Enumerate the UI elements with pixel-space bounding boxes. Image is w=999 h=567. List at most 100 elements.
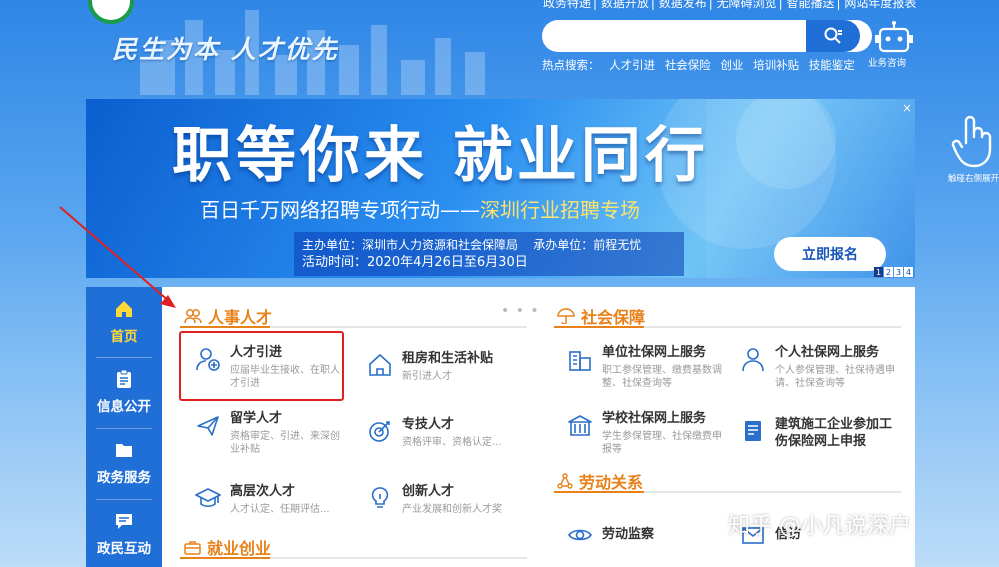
- service-high-level-talent[interactable]: 高层次人才人才认定、任期评估...: [195, 483, 355, 516]
- plane-icon: [197, 416, 219, 436]
- pager-dot[interactable]: 3: [894, 267, 903, 277]
- nav-item-label: 政务服务: [97, 470, 151, 486]
- hot-search-item[interactable]: 技能鉴定: [809, 58, 855, 72]
- pager-dot[interactable]: 4: [904, 267, 913, 277]
- top-link[interactable]: 智能播送: [787, 0, 835, 10]
- service-title: 留学人才: [230, 411, 283, 426]
- service-title: 专技人才: [402, 417, 455, 432]
- watermark: 知乎 @小凡说深户: [728, 514, 911, 539]
- top-link[interactable]: 数据发布: [659, 0, 707, 10]
- section-divider: [180, 326, 527, 328]
- section-title-social-security[interactable]: 社会保障: [557, 304, 645, 328]
- service-employer-social-security[interactable]: 单位社保网上服务职工参保管理、缴费基数调整、社保查询等: [567, 344, 722, 390]
- person-icon: [742, 348, 764, 372]
- service-title: 劳动监察: [602, 526, 655, 542]
- lightbulb-icon: [371, 487, 389, 508]
- site-slogan: 民生为本 人才优先: [112, 35, 339, 64]
- nav-item-services[interactable]: 政务服务: [86, 428, 162, 498]
- section-divider: [554, 326, 901, 328]
- more-dots-icon[interactable]: • • •: [501, 303, 540, 319]
- section-divider: [180, 557, 527, 559]
- nav-item-label: 首页: [110, 329, 138, 345]
- hot-search: 热点搜索： 人才引进 社会保险 创业 培训补贴 技能鉴定: [542, 57, 861, 73]
- service-title: 学校社保网上服务: [602, 411, 707, 426]
- people-icon: [184, 309, 202, 324]
- network-icon: [557, 473, 573, 489]
- service-housing-subsidy[interactable]: 租房和生活补贴新引进人才: [367, 350, 532, 383]
- section-title-label: 劳动关系: [579, 473, 644, 492]
- service-title: 单位社保网上服务: [602, 345, 707, 360]
- service-desc: 职工参保管理、缴费基数调整、社保查询等: [602, 365, 722, 389]
- search-icon: [824, 27, 842, 44]
- nav-item-label: 政民互动: [97, 541, 151, 557]
- briefcase-icon: [184, 540, 201, 555]
- robot-icon[interactable]: [874, 20, 914, 54]
- section-title-labor[interactable]: 劳动关系: [557, 469, 643, 493]
- service-title: 创新人才: [402, 484, 455, 499]
- umbrella-icon: [557, 308, 575, 324]
- close-icon[interactable]: ×: [902, 101, 912, 115]
- service-innovation-talent[interactable]: 创新人才产业发展和创新人才奖: [367, 483, 537, 516]
- service-desc: 个人参保管理、社保待遇申请、社保查询等: [775, 365, 895, 389]
- hot-search-item[interactable]: 培训补贴: [753, 58, 799, 72]
- folder-icon: [116, 444, 132, 457]
- banner-subtitle-left: 百日千万网络招聘专项行动——: [200, 198, 480, 222]
- service-desc: 新引进人才: [402, 371, 452, 382]
- pager-dot[interactable]: 2: [884, 267, 893, 277]
- robot-label[interactable]: 业务咨询: [868, 55, 906, 69]
- service-title: 高层次人才: [230, 484, 296, 499]
- search-button[interactable]: [806, 20, 860, 52]
- hot-search-item[interactable]: 创业: [720, 58, 743, 72]
- service-desc: 资格审定、引进、来深创业补贴: [230, 431, 340, 455]
- service-title: 个人社保网上服务: [775, 345, 880, 360]
- hot-search-item[interactable]: 人才引进: [609, 58, 655, 72]
- pager-dot[interactable]: 1: [874, 267, 883, 277]
- service-desc: 资格评审、资格认定...: [402, 437, 502, 448]
- document-icon: [745, 421, 761, 441]
- nav-item-home[interactable]: 首页: [86, 287, 162, 357]
- graduation-cap-icon: [195, 488, 221, 508]
- service-desc: 产业发展和创新人才奖: [402, 504, 502, 515]
- top-link[interactable]: 政务特递: [543, 0, 591, 10]
- service-professional-talent[interactable]: 专技人才资格评审、资格认定...: [367, 416, 537, 449]
- chat-icon: [116, 514, 132, 529]
- service-construction-injury-insurance[interactable]: 建筑施工企业参加工伤保险网上申报: [740, 416, 897, 450]
- house-icon: [369, 353, 391, 376]
- service-desc: 人才认定、任期评估...: [230, 504, 330, 515]
- section-divider: [554, 491, 901, 493]
- banner-headline: 职等你来 就业同行: [172, 121, 709, 191]
- hand-pointer-icon[interactable]: [950, 113, 998, 169]
- service-overseas-talent[interactable]: 留学人才资格审定、引进、来深创业补贴: [195, 410, 345, 456]
- banner-info-box: 主办单位：深圳市人力资源和社会保障局 承办单位：前程无忧 活动时间：2020年4…: [294, 232, 684, 276]
- service-desc: 学生参保管理、社保缴费申报等: [602, 431, 722, 455]
- eye-icon: [568, 529, 592, 541]
- highlight-box: [179, 331, 344, 401]
- top-links: 政务特递 | 数据开放 | 数据发布 | 无障碍浏览 | 智能播送 | 网站年度报表: [543, 0, 918, 11]
- hot-search-item[interactable]: 社会保险: [665, 58, 711, 72]
- section-title-talent[interactable]: 人事人才: [184, 304, 272, 328]
- service-individual-social-security[interactable]: 个人社保网上服务个人参保管理、社保待遇申请、社保查询等: [740, 344, 895, 390]
- service-school-social-security[interactable]: 学校社保网上服务学生参保管理、社保缴费申报等: [567, 410, 722, 456]
- site-logo[interactable]: [88, 0, 134, 24]
- target-icon: [369, 421, 390, 442]
- home-icon: [116, 301, 132, 317]
- top-link[interactable]: 网站年度报表: [844, 0, 916, 10]
- top-link[interactable]: 无障碍浏览: [717, 0, 777, 10]
- banner-time: 活动时间：2020年4月26日至6月30日: [302, 255, 528, 270]
- section-title-label: 就业创业: [207, 539, 272, 558]
- top-link[interactable]: 数据开放: [601, 0, 649, 10]
- banner-organizer: 主办单位：深圳市人力资源和社会保障局: [302, 238, 519, 252]
- service-title: 建筑施工企业参加工伤保险网上申报: [775, 417, 893, 449]
- nav-item-info-public[interactable]: 信息公开: [86, 357, 162, 427]
- section-title-label: 人事人才: [208, 308, 273, 327]
- nav-item-interaction[interactable]: 政民互动: [86, 499, 162, 567]
- hot-search-label: 热点搜索：: [542, 58, 600, 72]
- promo-banner[interactable]: 职等你来 就业同行 百日千万网络招聘专项行动——深圳行业招聘专场 主办单位：深圳…: [86, 99, 915, 278]
- section-title-employment[interactable]: 就业创业: [184, 535, 271, 559]
- service-labor-inspection[interactable]: 劳动监察: [567, 520, 654, 548]
- banner-subtitle: 百日千万网络招聘专项行动——深圳行业招聘专场: [200, 194, 640, 223]
- building-icon: [569, 351, 591, 371]
- banner-subtitle-right: 深圳行业招聘专场: [480, 198, 640, 222]
- register-button[interactable]: 立即报名: [774, 237, 886, 271]
- service-title: 租房和生活补贴: [402, 351, 494, 366]
